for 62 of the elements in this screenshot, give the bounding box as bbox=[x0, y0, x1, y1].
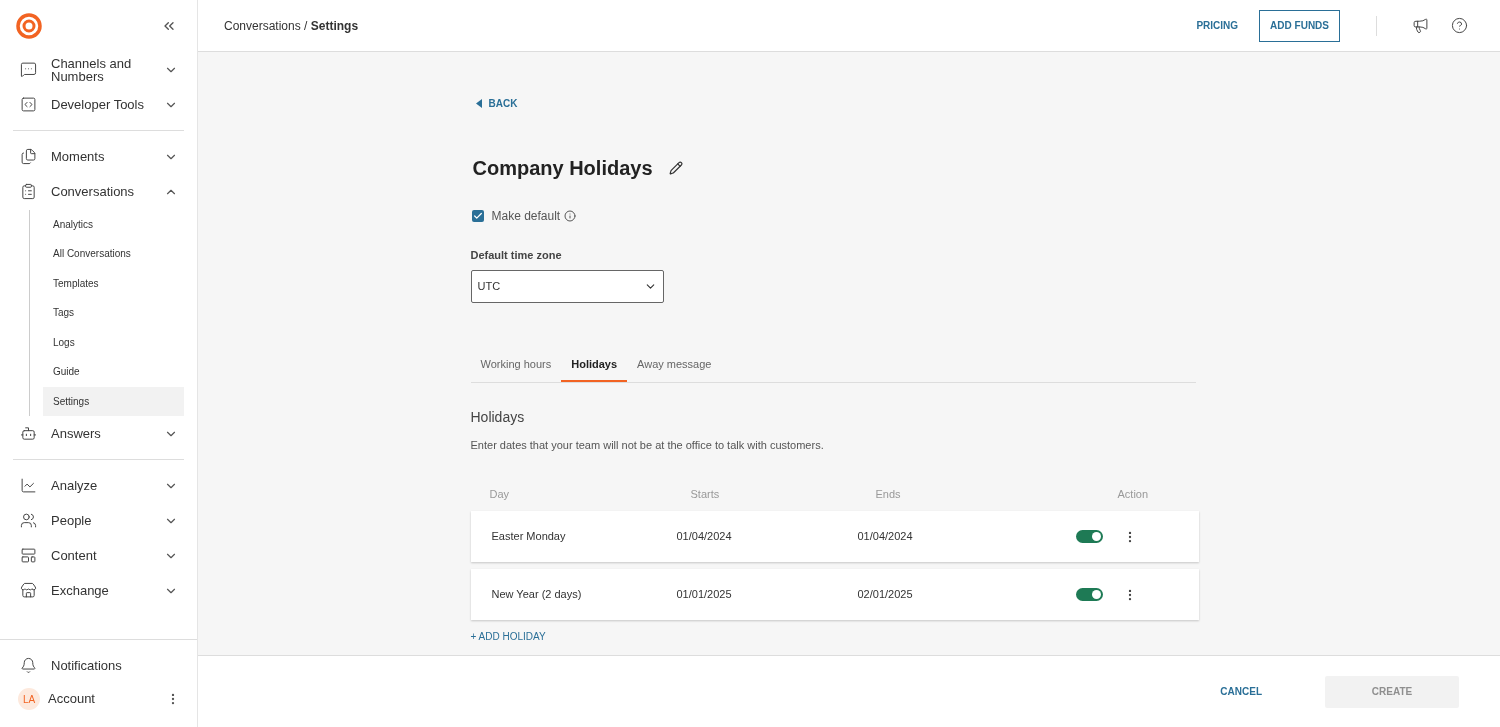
bell-icon bbox=[20, 657, 37, 674]
column-header: Starts bbox=[689, 486, 721, 502]
store-icon bbox=[20, 582, 37, 599]
timezone-select[interactable]: UTC bbox=[470, 269, 664, 303]
sidebar-subitem[interactable]: Tags bbox=[43, 298, 184, 327]
layout-icon bbox=[20, 547, 37, 564]
field-label: Default time zone bbox=[470, 248, 563, 263]
column-header: Action bbox=[1116, 486, 1150, 502]
back-link[interactable]: BACK bbox=[475, 96, 518, 111]
sidebar-subitem[interactable]: Analytics bbox=[43, 209, 184, 239]
sidebar-item[interactable]: Content bbox=[13, 538, 184, 573]
code-icon bbox=[20, 96, 37, 113]
account-label[interactable]: Account bbox=[48, 689, 166, 709]
cancel-button[interactable]: CANCEL bbox=[1220, 684, 1262, 699]
sidebar-item[interactable]: Channels and Numbers bbox=[13, 52, 184, 87]
section-description: Enter dates that your team will not be at the office to talk with customers. bbox=[470, 437, 825, 453]
add-holiday-link[interactable]: + ADD HOLIDAY bbox=[470, 629, 546, 644]
help-icon[interactable] bbox=[1451, 17, 1468, 34]
tab[interactable]: Working hours bbox=[470, 349, 562, 382]
caret-left-icon bbox=[475, 99, 482, 108]
table-cell-text: 02/01/2025 bbox=[856, 587, 914, 603]
sidebar-item[interactable]: Moments bbox=[13, 139, 184, 174]
chat-icon bbox=[20, 61, 37, 78]
sidebar-item[interactable]: Developer Tools bbox=[13, 87, 184, 122]
sidebar-item[interactable]: People bbox=[13, 503, 184, 538]
column-header: Ends bbox=[874, 486, 902, 502]
sidebar-item[interactable]: Analyze bbox=[13, 468, 184, 503]
tab[interactable]: Holidays bbox=[561, 349, 628, 382]
sidebar-subitem[interactable]: All Conversations bbox=[43, 239, 184, 268]
notifications-item[interactable]: Notifications bbox=[13, 648, 184, 683]
sidebar-subitem[interactable]: Guide bbox=[43, 357, 184, 386]
column-header: Day bbox=[488, 486, 511, 502]
sidebar-item[interactable]: Answers bbox=[13, 416, 184, 451]
table-cell-text: 01/04/2024 bbox=[856, 529, 914, 545]
people-icon bbox=[20, 512, 37, 529]
toggle-switch[interactable] bbox=[1075, 588, 1103, 601]
edit-icon[interactable] bbox=[668, 161, 683, 175]
add-funds-button[interactable]: ADD FUNDS bbox=[1259, 9, 1340, 42]
clipboard-icon bbox=[20, 183, 37, 200]
robot-icon bbox=[20, 425, 37, 442]
sidebar-item[interactable]: Exchange bbox=[13, 573, 184, 608]
checkbox-label: Make default bbox=[491, 208, 561, 225]
sidebar-subitem[interactable]: Logs bbox=[43, 327, 184, 357]
checkbox[interactable] bbox=[471, 210, 484, 222]
toggle-switch[interactable] bbox=[1075, 530, 1103, 543]
section-title: Holidays bbox=[470, 407, 526, 427]
table-cell-text: New Year (2 days) bbox=[490, 587, 583, 603]
page-title: Company Holidays bbox=[472, 156, 653, 181]
pricing-link[interactable]: PRICING bbox=[1196, 18, 1239, 33]
pages-icon bbox=[20, 148, 37, 165]
line-chart-icon bbox=[20, 477, 37, 494]
sidebar-item[interactable]: Conversations bbox=[13, 174, 184, 209]
logo-icon bbox=[16, 13, 42, 39]
tab[interactable]: Away message bbox=[627, 349, 722, 382]
table-cell-text: Easter Monday bbox=[490, 529, 567, 545]
sidebar-subitem[interactable]: Templates bbox=[43, 268, 184, 298]
breadcrumb: Conversations / Settings bbox=[224, 17, 360, 35]
table-cell-text: 01/01/2025 bbox=[675, 587, 733, 603]
sidebar-subitem[interactable]: Settings bbox=[43, 386, 184, 416]
info-icon[interactable] bbox=[564, 210, 577, 222]
megaphone-icon[interactable] bbox=[1412, 17, 1429, 34]
table-cell-text: 01/04/2024 bbox=[675, 529, 733, 545]
